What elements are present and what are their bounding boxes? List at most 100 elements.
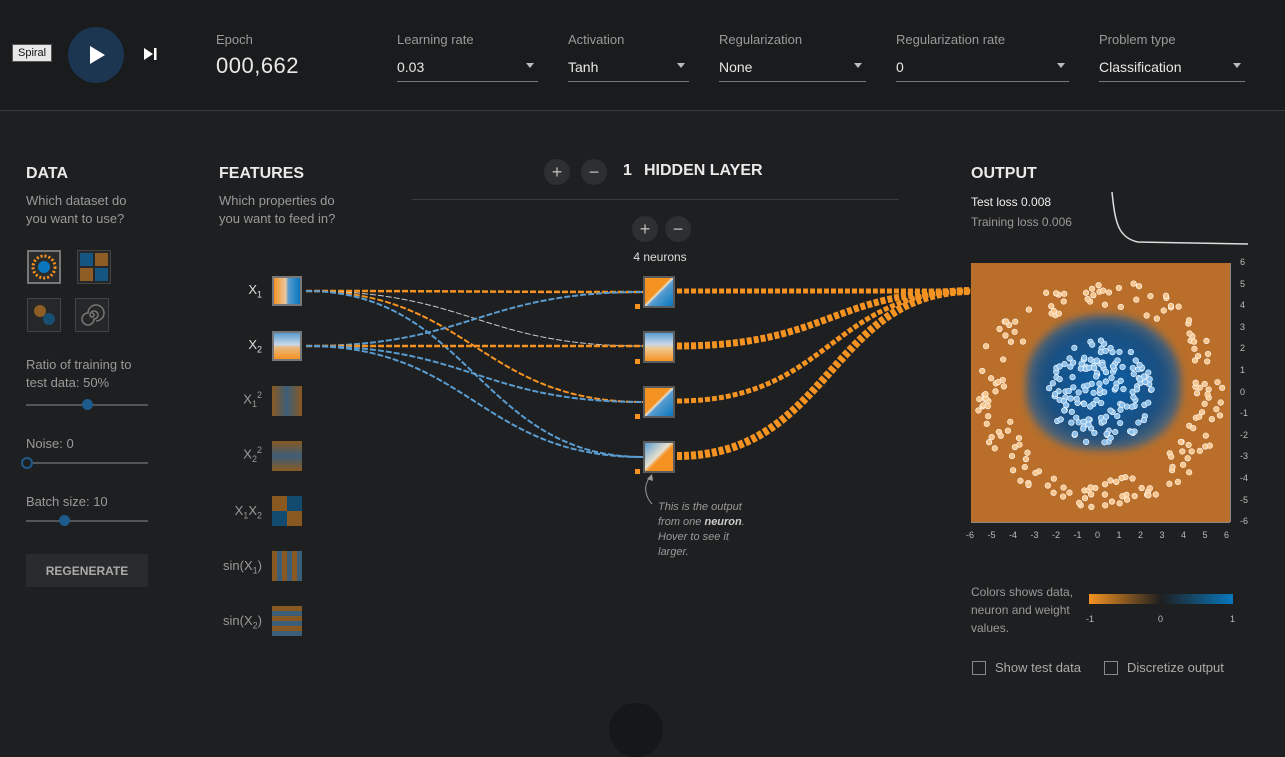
- y-tick-label: 4: [1240, 300, 1246, 311]
- data-point: [1061, 290, 1068, 297]
- data-point: [1136, 361, 1143, 369]
- data-point: [1057, 416, 1064, 423]
- data-point: [1216, 412, 1224, 419]
- legend-tick-max: 1: [1230, 614, 1236, 624]
- y-tick-label: -5: [1240, 494, 1249, 505]
- data-point: [1179, 448, 1186, 455]
- data-point: [1105, 289, 1113, 296]
- annotation-bold: neuron: [704, 516, 742, 528]
- data-point: [1083, 438, 1090, 446]
- data-point: [1108, 498, 1116, 505]
- data-point: [1132, 357, 1139, 364]
- scroll-indicator[interactable]: [609, 703, 663, 757]
- data-point: [1198, 409, 1206, 416]
- link[interactable]: [305, 345, 644, 403]
- hidden-layer-count: 1: [623, 162, 632, 179]
- data-point: [997, 432, 1004, 439]
- data-point: [1045, 385, 1053, 392]
- data-point: [1004, 427, 1011, 434]
- output-title: OUTPUT: [971, 165, 1037, 182]
- data-point: [1138, 484, 1145, 492]
- data-point: [1112, 384, 1119, 392]
- data-point: [1070, 384, 1077, 391]
- data-point: [1052, 290, 1060, 297]
- add-neuron-button[interactable]: +: [632, 216, 658, 242]
- data-point: [1169, 463, 1176, 470]
- data-point: [1185, 441, 1192, 449]
- data-point: [1010, 467, 1017, 474]
- data-point: [1153, 315, 1160, 322]
- x-axis-line: [971, 522, 1230, 523]
- neuron-2[interactable]: [643, 331, 675, 363]
- data-point: [988, 433, 995, 441]
- loss-curve: [1111, 192, 1248, 245]
- y-tick-label: 3: [1240, 321, 1246, 332]
- data-point: [1081, 354, 1088, 361]
- link[interactable]: [305, 291, 644, 347]
- color-legend-text: Colors shows data, neuron and weight val…: [971, 585, 1074, 635]
- x-tick-label: 6: [1224, 530, 1230, 540]
- data-point: [1101, 301, 1109, 308]
- remove-layer-button[interactable]: −: [581, 159, 607, 185]
- neuron-1[interactable]: [643, 276, 675, 308]
- data-point: [1096, 386, 1103, 393]
- remove-neuron-button[interactable]: −: [665, 216, 691, 242]
- hidden-layer-label: HIDDEN LAYER: [644, 162, 763, 179]
- data-point: [1082, 387, 1089, 394]
- data-point: [1191, 345, 1198, 352]
- data-point: [1008, 452, 1016, 460]
- bias-marker: [635, 304, 640, 309]
- data-point: [1082, 289, 1090, 296]
- data-point: [1085, 421, 1092, 428]
- data-point: [1080, 425, 1087, 432]
- output-heatmap[interactable]: [971, 263, 1230, 522]
- neuron-4[interactable]: [643, 441, 675, 473]
- data-point: [1190, 338, 1198, 345]
- data-point: [1185, 317, 1193, 324]
- link[interactable]: [676, 287, 973, 460]
- data-point: [1123, 496, 1131, 503]
- data-point: [1129, 475, 1136, 482]
- data-point: [1043, 289, 1050, 296]
- link[interactable]: [305, 289, 644, 294]
- data-point: [1093, 397, 1100, 404]
- data-point: [1166, 480, 1173, 487]
- data-point: [1175, 303, 1182, 310]
- add-layer-button[interactable]: +: [544, 159, 570, 185]
- data-point: [1073, 414, 1080, 421]
- link[interactable]: [305, 345, 644, 458]
- discretize-output-label: Discretize output: [1127, 660, 1224, 675]
- discretize-output-checkbox[interactable]: [1104, 661, 1118, 675]
- neuron-3[interactable]: [643, 386, 675, 418]
- data-point: [1050, 489, 1057, 496]
- data-point: [1102, 378, 1109, 385]
- data-point: [1108, 374, 1115, 382]
- data-point: [1061, 407, 1068, 414]
- data-point: [992, 388, 999, 395]
- data-point: [1147, 293, 1154, 300]
- data-points: [975, 280, 1226, 510]
- data-point: [1081, 400, 1088, 408]
- y-tick-label: 0: [1240, 386, 1246, 397]
- data-point: [1201, 380, 1208, 388]
- data-point: [987, 375, 995, 382]
- data-point: [1107, 407, 1114, 414]
- x-tick-label: 3: [1159, 530, 1165, 540]
- data-point: [996, 325, 1003, 333]
- data-point: [1024, 449, 1031, 456]
- data-point: [1060, 484, 1067, 491]
- data-point: [1025, 306, 1032, 313]
- data-point: [1112, 428, 1119, 436]
- data-point: [1120, 385, 1127, 393]
- x-tick-label: -1: [1073, 530, 1082, 540]
- x-tick-label: 0: [1095, 530, 1101, 540]
- bias-marker: [635, 414, 640, 419]
- data-point: [1087, 484, 1094, 491]
- data-point: [1089, 341, 1096, 348]
- data-point: [1071, 430, 1078, 437]
- data-point: [1066, 489, 1073, 496]
- show-test-data-checkbox[interactable]: [972, 661, 986, 675]
- data-point: [1093, 373, 1100, 380]
- data-point: [1202, 432, 1209, 439]
- data-point: [1118, 475, 1125, 482]
